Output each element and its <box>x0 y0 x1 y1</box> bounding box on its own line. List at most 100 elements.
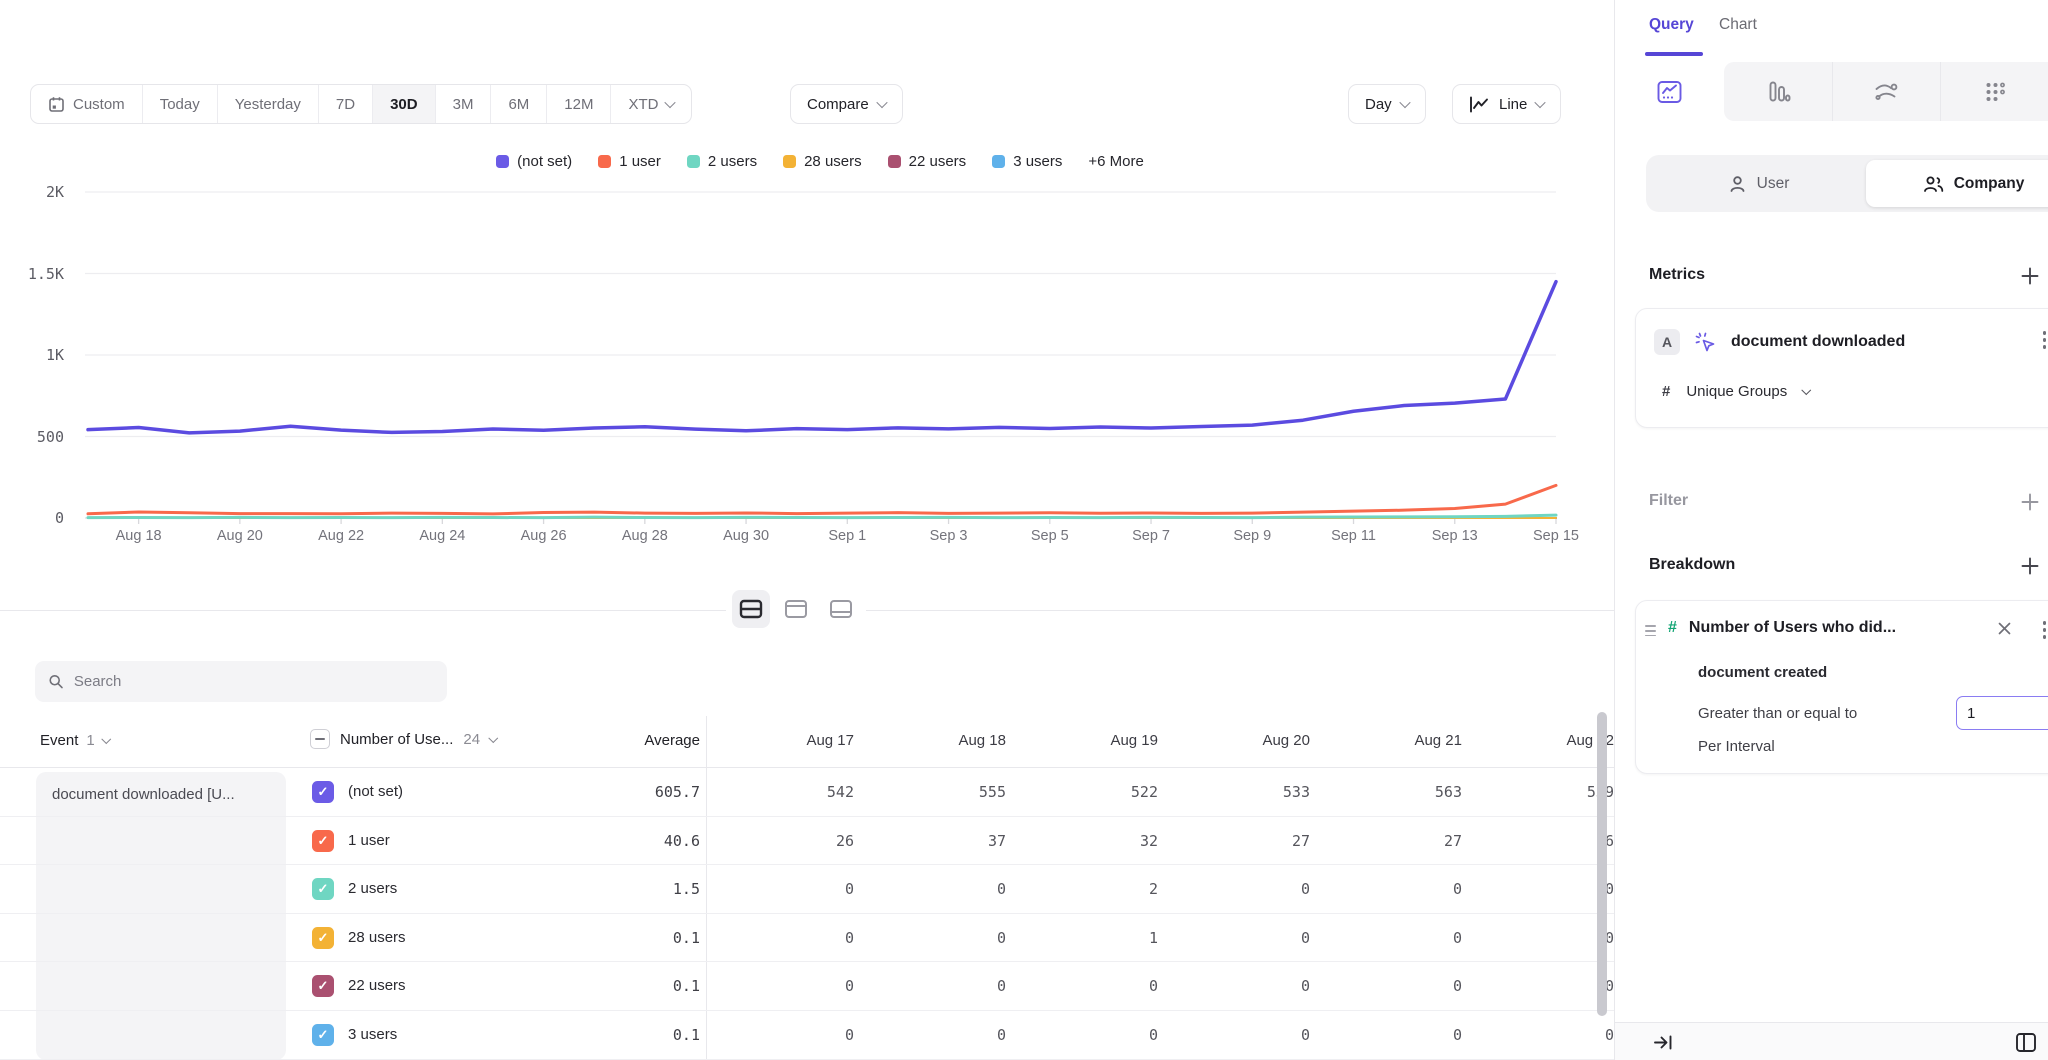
legend-item[interactable]: 3 users <box>992 153 1062 170</box>
scope-user-option[interactable]: User <box>1651 160 1866 207</box>
view-layout-toggle <box>726 585 866 633</box>
date-column-header[interactable]: Aug 20 <box>1168 732 1320 749</box>
chart-type-button[interactable]: Line <box>1452 84 1561 124</box>
row-average-value: 1.5 <box>560 880 700 898</box>
table-only-view-button[interactable] <box>822 590 860 628</box>
series-line[interactable] <box>88 282 1556 433</box>
date-column-header[interactable]: Aug 18 <box>864 732 1016 749</box>
chevron-down-icon <box>1535 97 1546 108</box>
table-row: ✓22 users0.1000000 <box>0 962 1614 1011</box>
metric-menu-button[interactable] <box>2043 331 2047 349</box>
date-range-xtd[interactable]: XTD <box>610 85 691 123</box>
legend-label: 1 user <box>619 153 661 170</box>
date-range-group: CustomTodayYesterday7D 30D 3M 6M 12MXTD <box>30 84 692 124</box>
row-checkbox[interactable]: ✓ <box>312 927 334 949</box>
y-tick-label: 0 <box>4 509 64 527</box>
compare-label: Compare <box>807 96 869 113</box>
date-range-label: 3M <box>453 96 474 113</box>
y-tick-label: 1K <box>4 346 64 364</box>
row-label: 22 users <box>348 977 406 994</box>
series-line[interactable] <box>88 485 1556 514</box>
breakdown-menu-button[interactable] <box>2043 621 2047 639</box>
row-value-cell: 0 <box>712 1026 864 1044</box>
tab-chart[interactable]: Chart <box>1719 16 1757 34</box>
bar-chart-type-tab[interactable] <box>1724 62 1832 121</box>
select-all-checkbox[interactable] <box>310 729 330 749</box>
row-value-cell: 1 <box>1016 929 1168 947</box>
legend-item[interactable]: 28 users <box>783 153 862 170</box>
search-input[interactable] <box>74 673 434 690</box>
series-line[interactable] <box>88 515 1556 518</box>
row-value-cell: 0 <box>864 977 1016 995</box>
row-value-cell: 0 <box>864 1026 1016 1044</box>
event-column-header[interactable]: Event 1 <box>40 732 109 749</box>
row-value-cell: 26 <box>712 832 864 850</box>
remove-breakdown-button[interactable] <box>1997 621 2012 641</box>
condition-value-input[interactable] <box>1956 696 2048 730</box>
legend-label: 28 users <box>804 153 862 170</box>
x-tick-label: Aug 18 <box>94 528 184 544</box>
measure-selector[interactable]: Unique Groups <box>1686 383 1787 400</box>
flow-chart-type-tab[interactable] <box>1832 62 1941 121</box>
compare-button[interactable]: Compare <box>790 84 903 124</box>
tab-query[interactable]: Query <box>1649 16 1694 34</box>
legend-more[interactable]: +6 More <box>1088 153 1143 170</box>
line-chart-icon <box>1469 96 1490 113</box>
measure-hash-icon: # <box>1662 383 1670 400</box>
chevron-down-icon <box>101 734 110 743</box>
drag-handle-icon[interactable] <box>1645 625 1656 636</box>
average-column-header[interactable]: Average <box>560 732 700 749</box>
row-checkbox[interactable]: ✓ <box>312 975 334 997</box>
date-range-7d[interactable]: 7D <box>318 85 372 123</box>
row-value-cell: 32 <box>1016 832 1168 850</box>
table-row: ✓28 users0.1001000 <box>0 914 1614 963</box>
breakdown-title: Number of Users who did... <box>1689 619 1896 637</box>
date-range-custom[interactable]: Custom <box>31 85 142 123</box>
legend-item[interactable]: (not set) <box>496 153 572 170</box>
panel-bottom-bar <box>1615 1022 2048 1060</box>
legend-label: 22 users <box>909 153 967 170</box>
date-range-30d[interactable]: 30D <box>372 85 435 123</box>
row-checkbox[interactable]: ✓ <box>312 830 334 852</box>
add-metric-button[interactable] <box>2020 266 2040 286</box>
row-value-cell: 0 <box>712 880 864 898</box>
date-range-6m[interactable]: 6M <box>490 85 546 123</box>
row-value-cell: 542 <box>712 783 864 801</box>
row-value-cell: 0 <box>1472 929 1614 947</box>
date-column-header[interactable]: Aug 17 <box>712 732 864 749</box>
collapse-panel-icon[interactable] <box>1653 1033 1673 1052</box>
chart-only-view-button[interactable] <box>777 590 815 628</box>
legend-item[interactable]: 2 users <box>687 153 757 170</box>
granularity-button[interactable]: Day <box>1348 84 1426 124</box>
legend-swatch <box>888 155 901 168</box>
date-column-header[interactable]: Aug 22 <box>1472 732 1614 749</box>
chart-type-label: Line <box>1499 96 1527 113</box>
scope-company-option[interactable]: Company <box>1866 160 2048 207</box>
legend-item[interactable]: 1 user <box>598 153 661 170</box>
grid-chart-type-tab[interactable] <box>1940 62 2048 121</box>
breakdown-card[interactable]: # Number of Users who did... document cr… <box>1635 600 2048 774</box>
row-checkbox[interactable]: ✓ <box>312 1024 334 1046</box>
metric-card[interactable]: A document downloaded # Unique Groups <box>1635 308 2048 428</box>
date-range-3m[interactable]: 3M <box>435 85 491 123</box>
row-checkbox[interactable]: ✓ <box>312 781 334 803</box>
date-range-label: 30D <box>390 96 418 113</box>
add-filter-button[interactable] <box>2020 492 2040 512</box>
row-value-cell: 533 <box>1168 783 1320 801</box>
add-breakdown-button[interactable] <box>2020 556 2040 576</box>
row-checkbox[interactable]: ✓ <box>312 878 334 900</box>
date-range-today[interactable]: Today <box>142 85 217 123</box>
date-column-header[interactable]: Aug 19 <box>1016 732 1168 749</box>
legend-item[interactable]: 22 users <box>888 153 967 170</box>
date-column-header[interactable]: Aug 21 <box>1320 732 1472 749</box>
query-panel: Query Chart <box>1614 0 2048 1060</box>
toggle-side-panel-icon[interactable] <box>2015 1032 2037 1053</box>
table-vertical-scrollbar[interactable] <box>1597 712 1607 1016</box>
line-chart-type-tab[interactable] <box>1616 62 1724 121</box>
date-range-label: 6M <box>508 96 529 113</box>
date-range-yesterday[interactable]: Yesterday <box>217 85 318 123</box>
split-view-button[interactable] <box>732 590 770 628</box>
y-tick-label: 500 <box>4 428 64 446</box>
group-column-header[interactable]: Number of Use... 24 <box>310 729 497 749</box>
date-range-12m[interactable]: 12M <box>546 85 610 123</box>
